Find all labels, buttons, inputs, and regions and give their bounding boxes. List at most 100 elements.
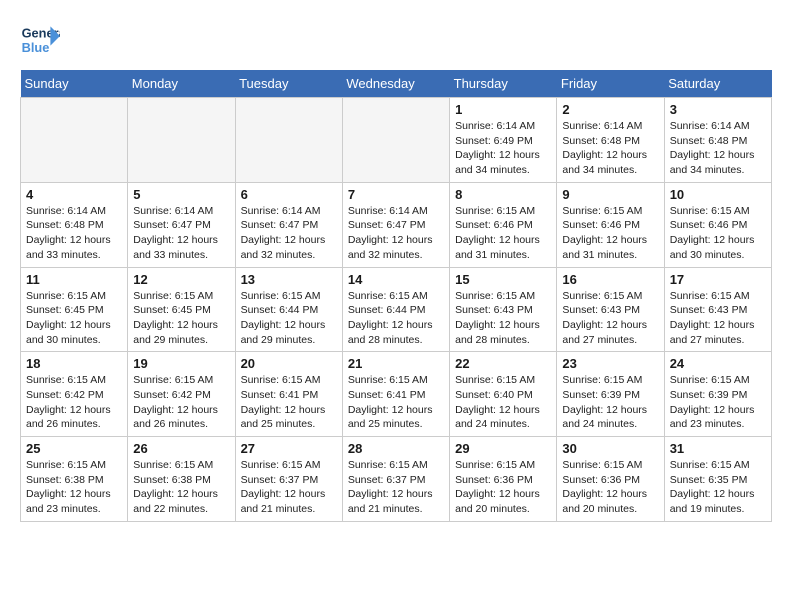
weekday-header-sunday: Sunday (21, 70, 128, 98)
calendar-week-5: 25Sunrise: 6:15 AM Sunset: 6:38 PM Dayli… (21, 437, 772, 522)
day-info: Sunrise: 6:14 AM Sunset: 6:47 PM Dayligh… (133, 204, 229, 263)
day-number: 5 (133, 187, 229, 202)
day-number: 30 (562, 441, 658, 456)
calendar-cell: 13Sunrise: 6:15 AM Sunset: 6:44 PM Dayli… (235, 267, 342, 352)
calendar-cell: 25Sunrise: 6:15 AM Sunset: 6:38 PM Dayli… (21, 437, 128, 522)
calendar-cell: 23Sunrise: 6:15 AM Sunset: 6:39 PM Dayli… (557, 352, 664, 437)
weekday-header-row: SundayMondayTuesdayWednesdayThursdayFrid… (21, 70, 772, 98)
calendar-cell: 1 Sunrise: 6:14 AM Sunset: 6:49 PM Daylig… (450, 98, 557, 183)
day-number: 21 (348, 356, 444, 371)
day-number: 29 (455, 441, 551, 456)
calendar-cell: 14 Sunrise: 6:15 AM Sunset: 6:44 PM Dayli… (342, 267, 449, 352)
day-info: Sunrise: 6:15 AM Sunset: 6:38 PM Dayligh… (26, 458, 122, 517)
calendar-cell: 8 Sunrise: 6:15 AM Sunset: 6:46 PM Daylig… (450, 182, 557, 267)
day-info: Sunrise: 6:15 AM Sunset: 6:45 PM Dayligh… (26, 289, 122, 348)
weekday-header-wednesday: Wednesday (342, 70, 449, 98)
calendar-cell: 21 Sunrise: 6:15 AM Sunset: 6:41 PM Dayli… (342, 352, 449, 437)
day-number: 11 (26, 272, 122, 287)
calendar-cell: 17 Sunrise: 6:15 AM Sunset: 6:43 PM Dayli… (664, 267, 771, 352)
day-number: 6 (241, 187, 337, 202)
day-info: Sunrise: 6:15 AM Sunset: 6:45 PM Dayligh… (133, 289, 229, 348)
calendar-cell: 12 Sunrise: 6:15 AM Sunset: 6:45 PM Dayli… (128, 267, 235, 352)
calendar-cell: 24 Sunrise: 6:15 AM Sunset: 6:39 PM Dayli… (664, 352, 771, 437)
day-info: Sunrise: 6:14 AM Sunset: 6:48 PM Dayligh… (670, 119, 766, 178)
day-number: 16 (562, 272, 658, 287)
day-info: Sunrise: 6:15 AM Sunset: 6:36 PM Dayligh… (562, 458, 658, 517)
calendar-cell (128, 98, 235, 183)
calendar-cell: 4 Sunrise: 6:14 AM Sunset: 6:48 PM Daylig… (21, 182, 128, 267)
calendar-cell: 10 Sunrise: 6:15 AM Sunset: 6:46 PM Dayli… (664, 182, 771, 267)
day-number: 15 (455, 272, 551, 287)
calendar-week-4: 18 Sunrise: 6:15 AM Sunset: 6:42 PM Dayli… (21, 352, 772, 437)
day-number: 2 (562, 102, 658, 117)
calendar-table: SundayMondayTuesdayWednesdayThursdayFrid… (20, 70, 772, 522)
day-info: Sunrise: 6:15 AM Sunset: 6:36 PM Dayligh… (455, 458, 551, 517)
day-number: 13 (241, 272, 337, 287)
calendar-cell: 31Sunrise: 6:15 AM Sunset: 6:35 PM Dayli… (664, 437, 771, 522)
day-info: Sunrise: 6:15 AM Sunset: 6:46 PM Dayligh… (562, 204, 658, 263)
calendar-cell: 5 Sunrise: 6:14 AM Sunset: 6:47 PM Daylig… (128, 182, 235, 267)
day-number: 7 (348, 187, 444, 202)
day-number: 14 (348, 272, 444, 287)
day-number: 23 (562, 356, 658, 371)
day-info: Sunrise: 6:14 AM Sunset: 6:48 PM Dayligh… (562, 119, 658, 178)
day-info: Sunrise: 6:15 AM Sunset: 6:43 PM Dayligh… (670, 289, 766, 348)
day-info: Sunrise: 6:15 AM Sunset: 6:46 PM Dayligh… (670, 204, 766, 263)
day-number: 10 (670, 187, 766, 202)
calendar-cell: 2 Sunrise: 6:14 AM Sunset: 6:48 PM Daylig… (557, 98, 664, 183)
day-number: 26 (133, 441, 229, 456)
calendar-cell (235, 98, 342, 183)
day-info: Sunrise: 6:15 AM Sunset: 6:40 PM Dayligh… (455, 373, 551, 432)
calendar-cell: 11 Sunrise: 6:15 AM Sunset: 6:45 PM Dayli… (21, 267, 128, 352)
calendar-cell: 6 Sunrise: 6:14 AM Sunset: 6:47 PM Daylig… (235, 182, 342, 267)
day-number: 3 (670, 102, 766, 117)
calendar-cell: 22 Sunrise: 6:15 AM Sunset: 6:40 PM Dayli… (450, 352, 557, 437)
day-info: Sunrise: 6:15 AM Sunset: 6:37 PM Dayligh… (241, 458, 337, 517)
day-number: 9 (562, 187, 658, 202)
day-number: 22 (455, 356, 551, 371)
day-info: Sunrise: 6:14 AM Sunset: 6:47 PM Dayligh… (348, 204, 444, 263)
day-number: 17 (670, 272, 766, 287)
day-info: Sunrise: 6:14 AM Sunset: 6:49 PM Dayligh… (455, 119, 551, 178)
weekday-header-friday: Friday (557, 70, 664, 98)
day-number: 8 (455, 187, 551, 202)
day-number: 18 (26, 356, 122, 371)
calendar-cell: 16 Sunrise: 6:15 AM Sunset: 6:43 PM Dayli… (557, 267, 664, 352)
weekday-header-thursday: Thursday (450, 70, 557, 98)
logo: General Blue (20, 20, 64, 60)
day-info: Sunrise: 6:15 AM Sunset: 6:43 PM Dayligh… (562, 289, 658, 348)
calendar-cell (342, 98, 449, 183)
day-number: 4 (26, 187, 122, 202)
calendar-cell: 7 Sunrise: 6:14 AM Sunset: 6:47 PM Daylig… (342, 182, 449, 267)
calendar-cell: 27 Sunrise: 6:15 AM Sunset: 6:37 PM Dayli… (235, 437, 342, 522)
calendar-week-3: 11 Sunrise: 6:15 AM Sunset: 6:45 PM Dayli… (21, 267, 772, 352)
calendar-cell: 26Sunrise: 6:15 AM Sunset: 6:38 PM Dayli… (128, 437, 235, 522)
weekday-header-tuesday: Tuesday (235, 70, 342, 98)
page-header: General Blue (20, 20, 772, 60)
day-info: Sunrise: 6:14 AM Sunset: 6:48 PM Dayligh… (26, 204, 122, 263)
logo-icon: General Blue (20, 20, 60, 60)
day-info: Sunrise: 6:15 AM Sunset: 6:46 PM Dayligh… (455, 204, 551, 263)
calendar-week-2: 4 Sunrise: 6:14 AM Sunset: 6:48 PM Daylig… (21, 182, 772, 267)
weekday-header-saturday: Saturday (664, 70, 771, 98)
weekday-header-monday: Monday (128, 70, 235, 98)
calendar-cell: 18Sunrise: 6:15 AM Sunset: 6:42 PM Dayli… (21, 352, 128, 437)
calendar-cell: 9 Sunrise: 6:15 AM Sunset: 6:46 PM Daylig… (557, 182, 664, 267)
day-info: Sunrise: 6:15 AM Sunset: 6:39 PM Dayligh… (670, 373, 766, 432)
day-info: Sunrise: 6:15 AM Sunset: 6:43 PM Dayligh… (455, 289, 551, 348)
day-number: 1 (455, 102, 551, 117)
day-info: Sunrise: 6:15 AM Sunset: 6:35 PM Dayligh… (670, 458, 766, 517)
day-number: 24 (670, 356, 766, 371)
calendar-cell (21, 98, 128, 183)
day-info: Sunrise: 6:15 AM Sunset: 6:42 PM Dayligh… (133, 373, 229, 432)
day-info: Sunrise: 6:15 AM Sunset: 6:37 PM Dayligh… (348, 458, 444, 517)
day-number: 12 (133, 272, 229, 287)
calendar-week-1: 1 Sunrise: 6:14 AM Sunset: 6:49 PM Daylig… (21, 98, 772, 183)
day-number: 19 (133, 356, 229, 371)
day-info: Sunrise: 6:15 AM Sunset: 6:41 PM Dayligh… (348, 373, 444, 432)
day-info: Sunrise: 6:14 AM Sunset: 6:47 PM Dayligh… (241, 204, 337, 263)
day-number: 28 (348, 441, 444, 456)
day-number: 27 (241, 441, 337, 456)
svg-text:Blue: Blue (22, 40, 50, 55)
day-info: Sunrise: 6:15 AM Sunset: 6:44 PM Dayligh… (348, 289, 444, 348)
